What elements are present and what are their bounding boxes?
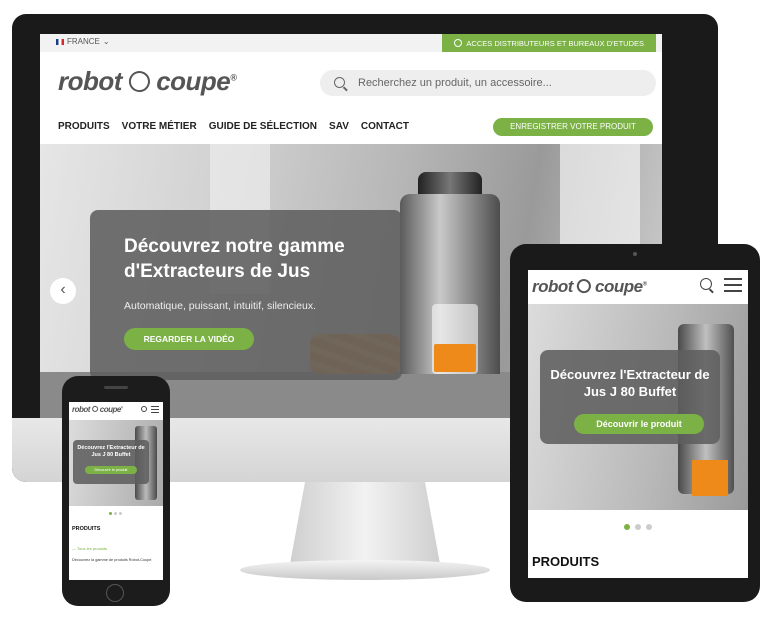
section-description: Découvrez la gamme de produits Robot-Cou… [72, 558, 153, 562]
distributor-access-label: ACCES DISTRIBUTEURS ET BUREAUX D'ETUDES [466, 38, 644, 48]
monitor-stand-foot [240, 560, 490, 580]
user-icon [454, 39, 463, 47]
top-bar: FRANCE ⌄ ACCES DISTRIBUTEURS ET BUREAUX … [40, 34, 662, 52]
carousel-dot[interactable] [114, 512, 117, 515]
logo-text-right: coupe [595, 277, 643, 296]
carousel-dot[interactable] [119, 512, 122, 515]
tablet-device: robot coupe® Découvrez l'Extracteur de J… [510, 244, 760, 602]
logo-text-left: robot [58, 66, 122, 96]
discover-product-button[interactable]: Découvrir le produit [574, 414, 704, 434]
home-button[interactable] [106, 584, 124, 602]
logo-registered-mark: ® [230, 72, 237, 83]
search-placeholder: Recherchez un produit, un accessoire... [358, 77, 552, 89]
discover-product-button[interactable]: Découvrir le produit [85, 466, 137, 474]
search-input[interactable]: Recherchez un produit, un accessoire... [320, 70, 656, 96]
search-icon [334, 77, 345, 88]
hero-title: Découvrez l'Extracteur de Jus J 80 Buffe… [550, 367, 710, 399]
section-title: PRODUITS [72, 526, 101, 532]
hero-subtitle: Automatique, puissant, intuitif, silenci… [124, 300, 317, 312]
hamburger-menu-icon[interactable] [151, 406, 159, 413]
search-icon[interactable] [700, 278, 712, 290]
phone-screen: robot coupe® Découvrez l'Extracteur de J… [69, 402, 163, 580]
hero-card: Découvrez notre gamme d'Extracteurs de J… [90, 210, 402, 380]
carousel-dot[interactable] [646, 524, 652, 530]
carousel-dots [624, 524, 652, 530]
nav-item-guide-selection[interactable]: GUIDE DE SÉLECTION [209, 121, 317, 132]
robot-coupe-logo[interactable]: robot coupe® [72, 404, 123, 414]
logo-text-left: robot [72, 405, 90, 414]
hero-title: Découvrez notre gamme d'Extracteurs de J… [124, 236, 345, 282]
hero-title: Découvrez l'Extracteur de Jus J 80 Buffe… [77, 445, 145, 458]
hero-card: Découvrez l'Extracteur de Jus J 80 Buffe… [540, 350, 720, 444]
tablet-screen: robot coupe® Découvrez l'Extracteur de J… [528, 270, 748, 578]
hero-card: Découvrez l'Extracteur de Jus J 80 Buffe… [73, 440, 149, 484]
logo-text-right: coupe [99, 405, 122, 414]
monitor-stand-neck [290, 482, 440, 564]
carousel-dot[interactable] [635, 524, 641, 530]
logo-mark-icon [574, 276, 594, 296]
carousel-dot[interactable] [624, 524, 630, 530]
register-product-button[interactable]: ENREGISTRER VOTRE PRODUIT [493, 118, 653, 136]
logo-registered-mark: ® [120, 405, 123, 410]
carousel-prev-button[interactable]: ‹ [50, 278, 76, 304]
hero-banner: Découvrez l'Extracteur de Jus J 80 Buffe… [528, 304, 748, 510]
search-icon[interactable] [141, 406, 147, 412]
tablet-camera [633, 252, 637, 256]
orange-juice [434, 344, 476, 372]
orange-juice [692, 460, 728, 496]
chevron-down-icon: ⌄ [102, 37, 110, 46]
carousel-dots [109, 512, 122, 515]
logo-mark-icon [124, 66, 154, 96]
carousel-dot[interactable] [109, 512, 112, 515]
nav-item-votre-metier[interactable]: VOTRE MÉTIER [122, 121, 197, 132]
main-navigation: PRODUITS VOTRE MÉTIER GUIDE DE SÉLECTION… [58, 121, 409, 132]
robot-coupe-logo[interactable]: robot coupe® [532, 276, 647, 297]
robot-coupe-logo[interactable]: robot coupe® [58, 66, 237, 97]
nav-item-produits[interactable]: PRODUITS [58, 121, 110, 132]
section-title: PRODUITS [532, 554, 600, 569]
all-products-link[interactable]: — Tous les produits [72, 546, 107, 551]
france-flag-icon [56, 38, 64, 45]
hamburger-menu-icon[interactable] [724, 278, 742, 292]
logo-registered-mark: ® [642, 281, 647, 288]
logo-text-left: robot [532, 277, 573, 296]
language-label: FRANCE [67, 37, 100, 46]
watch-video-button[interactable]: REGARDER LA VIDÉO [124, 328, 254, 350]
phone-speaker [104, 386, 128, 389]
distributor-access-link[interactable]: ACCES DISTRIBUTEURS ET BUREAUX D'ETUDES [442, 34, 656, 52]
nav-item-contact[interactable]: CONTACT [361, 121, 409, 132]
phone-device: robot coupe® Découvrez l'Extracteur de J… [62, 376, 170, 606]
logo-mark-icon [90, 404, 100, 414]
hero-banner: Découvrez l'Extracteur de Jus J 80 Buffe… [69, 420, 163, 506]
nav-item-sav[interactable]: SAV [329, 121, 349, 132]
language-selector[interactable]: FRANCE ⌄ [56, 37, 110, 46]
logo-text-right: coupe [156, 66, 231, 96]
